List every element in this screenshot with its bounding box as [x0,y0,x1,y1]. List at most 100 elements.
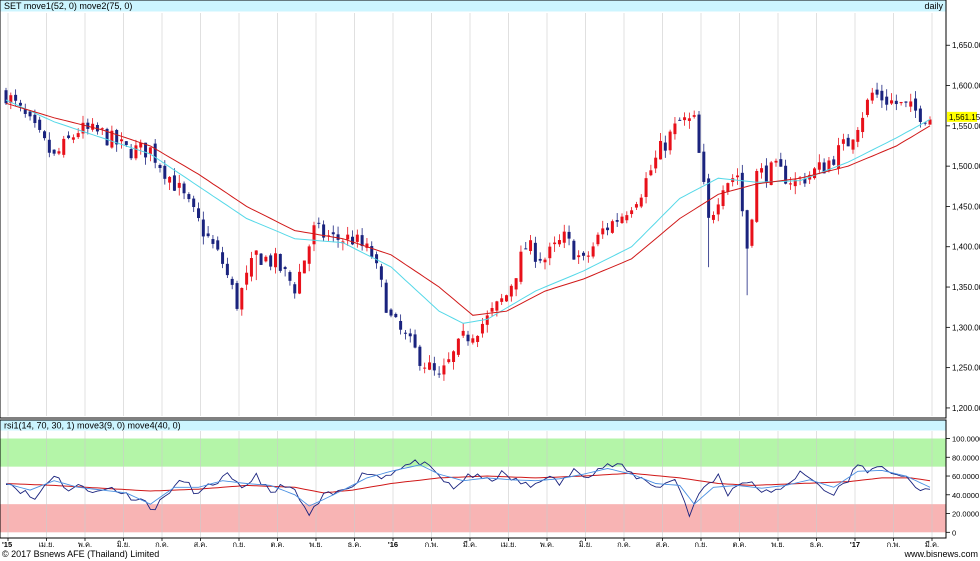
candle-body [668,131,672,151]
candle-body [755,170,759,222]
candle-body [418,346,422,366]
candle-body [437,373,441,375]
candle-body [312,225,316,245]
candle-body [197,208,200,219]
rsi-y-axis: 0 20.0000 40.0000 60.0000 80.0000 100.0000 [946,435,980,537]
candle-body [779,159,783,167]
oversold-zone [0,504,946,533]
candle-body [317,222,321,224]
candle-body [567,231,571,239]
candle-body [519,251,523,282]
candle-body [211,239,215,244]
candle-body [177,182,181,188]
candle-body [582,252,585,256]
price-y-tick-label: 1,200.00 [952,404,980,413]
candle-body [678,119,682,121]
candle-body [591,246,595,257]
x-tick-label: มี.ค. [463,540,477,549]
price-y-tick-label: 1,250.00 [952,364,980,373]
price-y-tick-label: 1,350.00 [952,283,980,292]
candle-body [538,258,542,261]
candle-body [71,137,75,140]
candle-body [885,96,889,105]
rsi-header-title: rsi1(14, 70, 30, 1) move3(9, 0) move4(40… [4,421,181,431]
candle-body [168,176,172,183]
candle-body [476,335,480,342]
x-tick-label: ก.ย. [694,540,707,549]
candle-body [452,351,456,363]
candle-body [745,210,749,249]
candle-body [379,266,383,280]
candle-body [158,165,162,168]
current-price-label: 1,561.15 [949,113,980,122]
candle-body [355,234,359,242]
price-y-tick-label: 1,550.00 [952,122,980,131]
candle-body [851,139,855,150]
candle-body [687,118,691,121]
price-y-tick-label: 1,650.00 [952,41,980,50]
website-link[interactable]: www.bisnews.com [903,549,978,559]
candle-body [553,242,557,245]
candle-body [726,183,730,192]
candle-body [14,94,18,101]
x-tick-label: ส.ค. [194,540,208,549]
candle-body [423,367,427,369]
candle-body [697,114,701,153]
x-axis: '15 เม.ย. พ.ค. มิ.ย. ก.ค. ส.ค. ก.ย. ต.ค. พ.ย. ธ.ค… [2,538,939,549]
candle-body [788,183,792,185]
candle-body [601,228,605,235]
candle-body [187,194,191,200]
x-tick-label: มิ.ย. [579,540,593,549]
x-tick-label: ก.พ. [425,540,439,549]
candle-body [509,285,513,297]
price-panel [0,0,947,419]
candle-body [514,278,518,290]
candle-body [269,255,273,267]
candle-body [442,365,446,375]
candle-body [43,131,46,139]
price-header-bar [0,0,946,12]
candle-body [134,145,138,159]
candle-body [456,338,460,355]
x-tick-label: '15 [2,540,12,549]
price-y-tick-label: 1,600.00 [952,82,980,91]
candle-body [750,219,754,246]
candle-body [129,148,133,159]
x-tick-label: พ.ย. [771,540,785,549]
candle-body [201,219,205,237]
candle-body [384,282,388,313]
candle-body [914,98,918,111]
candle-body [683,117,687,121]
candle-body [870,92,874,101]
candle-body [861,117,865,133]
candle-body [394,313,398,318]
candle-body [148,147,152,154]
candle-body [76,133,80,138]
x-tick-label: เม.ย. [38,540,54,549]
candle-body [288,272,292,281]
candle-body [432,363,436,371]
candle-body [403,332,407,334]
candle-body [100,128,104,130]
candle-body [471,338,475,343]
candle-body [740,172,744,212]
stock-chart: SET move1(52, 0) move2(75, 0) daily 1,20… [0,0,980,559]
candle-body [841,139,845,144]
candle-body [346,234,350,240]
candle-body [620,216,624,223]
candle-body [62,138,66,155]
candle-body [918,108,922,122]
candle-body [399,320,403,330]
candle-body [302,260,306,274]
candle-body [351,236,354,245]
candle-body [572,240,576,260]
candle-body [225,263,229,276]
candle-body [216,240,220,250]
candle-body [120,139,123,142]
x-tick-label: '16 [388,540,398,549]
candle-body [240,287,244,310]
candle-body [52,149,56,154]
candle-body [221,252,225,264]
rsi-y-tick-label: 80.0000 [952,453,979,462]
price-header-title: SET move1(52, 0) move2(75, 0) [4,1,132,11]
